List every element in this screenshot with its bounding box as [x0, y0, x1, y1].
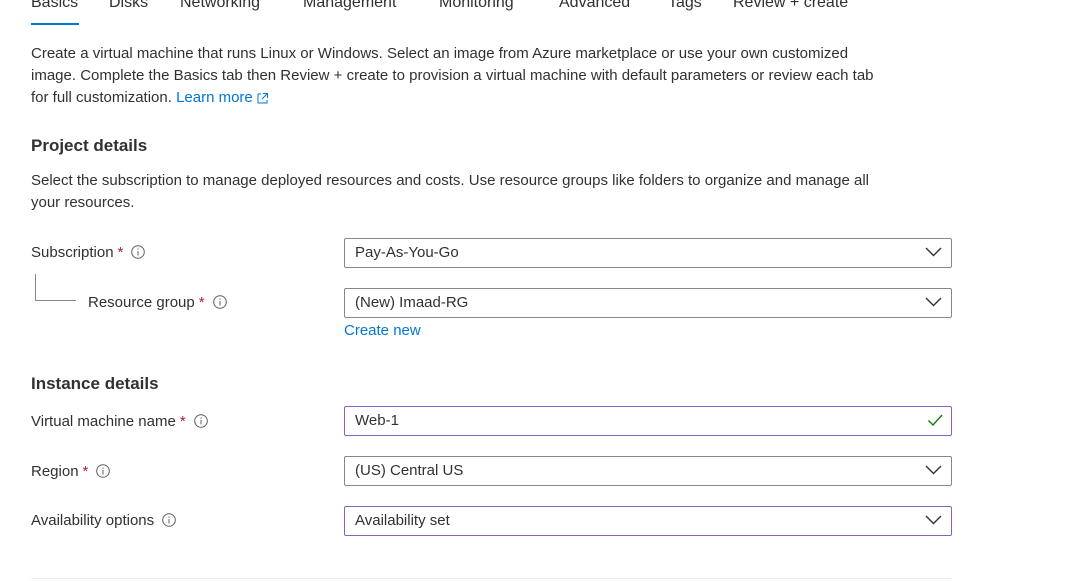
region-value: (US) Central US	[355, 462, 464, 479]
project-details-title: Project details	[31, 136, 148, 155]
vm-name-value: Web-1	[355, 412, 399, 429]
resource-group-label-row: Resource group *	[88, 293, 227, 313]
info-icon[interactable]	[96, 463, 111, 478]
project-desc-line-2: your resources.	[31, 194, 135, 211]
tab-tags[interactable]: Tags	[668, 0, 702, 15]
info-icon[interactable]	[212, 294, 227, 309]
chevron-down-icon	[925, 515, 942, 525]
tab-advanced[interactable]: Advanced	[559, 0, 630, 15]
chevron-down-icon	[925, 297, 942, 307]
create-new-link[interactable]: Create new	[344, 321, 421, 341]
subscription-label: Subscription	[31, 244, 114, 261]
tab-basics[interactable]: Basics	[31, 0, 78, 15]
info-icon[interactable]	[131, 244, 146, 259]
tab-disks[interactable]: Disks	[109, 0, 148, 15]
tab-monitoring[interactable]: Monitoring	[439, 0, 514, 15]
info-icon[interactable]	[193, 413, 208, 428]
project-desc-line-1: Select the subscription to manage deploy…	[31, 172, 869, 189]
info-icon[interactable]	[162, 512, 176, 527]
intro-paragraph: Create a virtual machine that runs Linux…	[31, 43, 1031, 109]
active-tab-indicator	[31, 23, 79, 25]
vm-name-label-row: Virtual machine name *	[31, 412, 208, 432]
resource-group-value: (New) Imaad-RG	[355, 294, 469, 311]
availability-dropdown[interactable]: Availability set	[344, 506, 952, 536]
tab-review-create[interactable]: Review + create	[733, 0, 848, 15]
resource-group-label: Resource group	[88, 294, 195, 311]
intro-line-1: Create a virtual machine that runs Linux…	[31, 45, 849, 62]
required-marker: *	[179, 413, 186, 430]
section-divider	[31, 578, 951, 579]
vm-name-input[interactable]: Web-1	[344, 406, 952, 436]
project-details-description: Select the subscription to manage deploy…	[31, 170, 1031, 214]
region-dropdown[interactable]: (US) Central US	[344, 456, 952, 486]
required-marker: *	[82, 463, 89, 480]
checkmark-icon	[928, 414, 943, 427]
availability-label: Availability options	[31, 512, 155, 529]
resource-group-dropdown[interactable]: (New) Imaad-RG	[344, 288, 952, 318]
chevron-down-icon	[925, 247, 942, 257]
required-marker: *	[117, 244, 124, 261]
intro-line-2: image. Complete the Basics tab then Revi…	[31, 67, 874, 84]
availability-value: Availability set	[355, 512, 450, 529]
instance-details-title: Instance details	[31, 374, 159, 393]
tab-management[interactable]: Management	[303, 0, 396, 15]
tab-networking[interactable]: Networking	[180, 0, 260, 15]
intro-line-3-wrap: for full customization. Learn more	[31, 87, 1031, 109]
vm-name-label: Virtual machine name	[31, 413, 176, 430]
external-link-icon	[257, 92, 268, 104]
learn-more-label: Learn more	[176, 89, 253, 106]
learn-more-link[interactable]: Learn more	[176, 89, 269, 106]
subscription-label-row: Subscription *	[31, 243, 146, 263]
chevron-down-icon	[925, 465, 942, 475]
subscription-value: Pay-As-You-Go	[355, 244, 459, 261]
region-label-row: Region *	[31, 462, 111, 482]
required-marker: *	[198, 294, 205, 311]
subscription-dropdown[interactable]: Pay-As-You-Go	[344, 238, 952, 268]
region-label: Region	[31, 463, 79, 480]
availability-label-row: Availability options	[31, 511, 176, 531]
tree-connector	[35, 274, 76, 301]
intro-line-3: for full customization.	[31, 89, 172, 106]
